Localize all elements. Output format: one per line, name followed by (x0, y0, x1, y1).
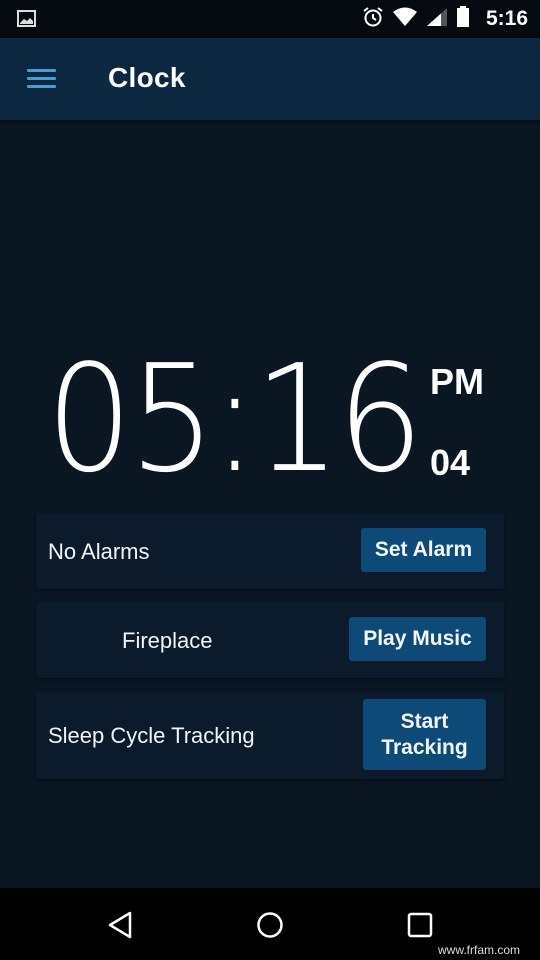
alarm-icon (362, 6, 384, 33)
clock-hours-minutes: 05:16 (46, 333, 424, 505)
battery-icon (456, 5, 470, 33)
navigation-bar: www.frfam.com (0, 888, 540, 960)
set-alarm-button[interactable]: Set Alarm (361, 528, 486, 572)
clock-display: 05:16 PM 04 (46, 344, 506, 494)
music-label: Fireplace (122, 628, 213, 653)
home-icon[interactable] (256, 910, 284, 945)
alarm-card: No Alarms Set Alarm (36, 513, 504, 589)
start-tracking-line2: Tracking (381, 735, 468, 759)
page-title: Clock (108, 62, 186, 93)
alarm-status-label: No Alarms (48, 539, 150, 564)
watermark: www.frfam.com (437, 943, 520, 957)
clock-period: PM (430, 361, 484, 402)
music-card: Fireplace Play Music (36, 602, 504, 678)
start-tracking-line1: Start (400, 709, 449, 733)
signal-icon (426, 7, 448, 32)
status-time: 5:16 (485, 7, 528, 30)
clock-seconds: 04 (430, 442, 471, 483)
sleep-card: Sleep Cycle Tracking Start Tracking (36, 691, 504, 779)
sleep-tracking-label: Sleep Cycle Tracking (48, 723, 255, 748)
status-bar: 5:16 (0, 0, 540, 38)
start-tracking-button[interactable]: Start Tracking (363, 699, 486, 770)
back-icon[interactable] (106, 910, 134, 945)
play-music-button[interactable]: Play Music (349, 617, 486, 661)
wifi-icon (392, 7, 418, 32)
gallery-icon (17, 10, 36, 32)
recents-icon[interactable] (406, 910, 434, 945)
menu-icon[interactable] (27, 69, 57, 89)
app-bar: Clock (0, 38, 540, 120)
